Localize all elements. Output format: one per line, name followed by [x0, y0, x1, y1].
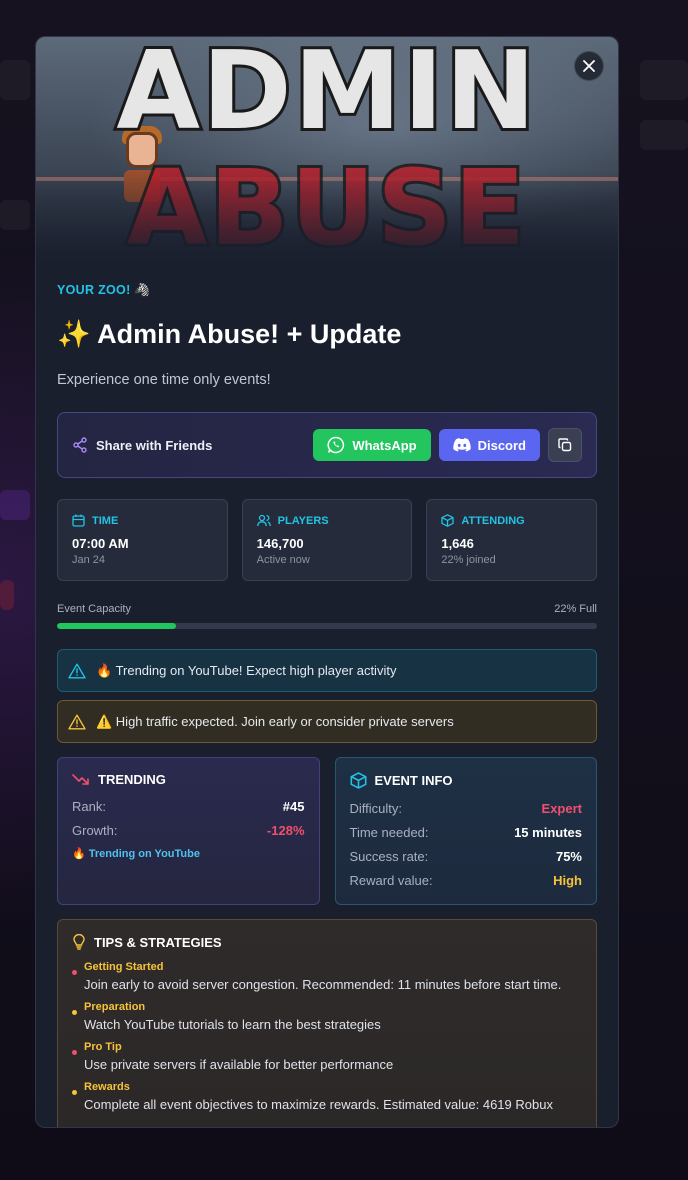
- tip-title: Pro Tip: [84, 1041, 122, 1053]
- stat-attending-label: ATTENDING: [461, 514, 525, 527]
- close-icon: [583, 60, 595, 72]
- calendar-icon: [72, 514, 85, 527]
- box-icon: [441, 514, 454, 527]
- capacity-value: 22% Full: [554, 603, 597, 615]
- event-description: Experience one time only events!: [57, 372, 271, 388]
- info-cards: TRENDING Rank: #45 Growth: -128% 🔥 Trend…: [57, 757, 597, 905]
- copy-icon: [558, 438, 572, 452]
- event-title: ✨ Admin Abuse! + Update: [57, 319, 402, 349]
- bullet-dot-icon: [72, 1050, 77, 1055]
- bullet-dot-icon: [72, 970, 77, 975]
- stats-row: TIME 07:00 AM Jan 24 PLAYERS 146,700 Act…: [57, 499, 598, 581]
- event-info-row-label: Reward value:: [349, 873, 433, 888]
- lightbulb-icon: [73, 934, 85, 950]
- trending-title: TRENDING: [98, 772, 166, 787]
- event-info-row-label: Difficulty:: [349, 801, 403, 816]
- discord-icon: [452, 438, 471, 452]
- tip-text: Watch YouTube tutorials to learn the bes…: [84, 1017, 381, 1032]
- stat-time-value: 07:00 AM: [72, 536, 129, 551]
- tip-text: Join early to avoid server congestion. R…: [84, 977, 562, 992]
- tips-list: Getting Started Join early to avoid serve…: [72, 961, 582, 1112]
- trending-note: 🔥 Trending on YouTube: [72, 848, 200, 860]
- stat-players: PLAYERS 146,700 Active now: [241, 499, 413, 581]
- trending-alert: 🔥 Trending on YouTube! Expect high playe…: [57, 649, 597, 692]
- close-button[interactable]: [574, 51, 604, 81]
- tip-text: Complete all event objectives to maximiz…: [84, 1097, 553, 1112]
- stat-players-label: PLAYERS: [277, 514, 329, 527]
- share-panel: Share with Friends WhatsApp Discord: [57, 412, 597, 478]
- event-info-row-label: Time needed:: [349, 825, 429, 840]
- tip-text: Use private servers if available for bet…: [84, 1057, 394, 1072]
- share-icon: [73, 437, 87, 453]
- banner-title-line1: ADMIN: [113, 37, 538, 157]
- event-info-row: Time needed: 15 minutes: [350, 825, 583, 840]
- box-icon: [350, 772, 366, 789]
- event-info-row-value: 15 minutes: [514, 825, 582, 840]
- whatsapp-icon: [327, 436, 345, 454]
- trending-down-icon: [72, 773, 89, 785]
- discord-button[interactable]: Discord: [438, 429, 540, 461]
- warning-icon: [68, 714, 86, 729]
- event-capacity: Event Capacity 22% Full: [57, 603, 597, 629]
- share-label: Share with Friends: [96, 437, 213, 453]
- stat-players-value: 146,700: [256, 536, 304, 551]
- whatsapp-label: WhatsApp: [352, 437, 417, 453]
- trending-card: TRENDING Rank: #45 Growth: -128% 🔥 Trend…: [57, 757, 320, 905]
- tip-title: Rewards: [84, 1081, 130, 1093]
- event-modal: ADMIN ABUSE YOUR ZOO! 🦓 ✨ Admin Abuse! +…: [35, 36, 619, 1128]
- growth-value: -128%: [266, 823, 305, 838]
- tip-title: Getting Started: [84, 961, 164, 973]
- event-info-row-value: High: [553, 873, 582, 888]
- event-info-row: Success rate: 75%: [350, 849, 583, 864]
- event-info-card: EVENT INFO Difficulty: Expert Time needed:…: [334, 757, 597, 905]
- capacity-bar: [57, 623, 597, 629]
- stat-time: TIME 07:00 AM Jan 24: [57, 499, 228, 581]
- discord-label: Discord: [477, 437, 526, 453]
- tip-item: Pro Tip Use private servers if available …: [72, 1041, 582, 1072]
- stat-attending-sub: 22% joined: [441, 554, 496, 566]
- event-info-row-value: 75%: [555, 849, 582, 864]
- event-banner: ADMIN ABUSE: [36, 37, 618, 261]
- copy-link-button[interactable]: [548, 428, 582, 462]
- event-info-row-value: Expert: [541, 801, 582, 816]
- tips-title: TIPS & STRATEGIES: [94, 934, 222, 950]
- event-info-rows: Difficulty: Expert Time needed: 15 minutes S…: [350, 801, 583, 888]
- rank-value: #45: [282, 799, 305, 814]
- capacity-bar-fill: [57, 623, 176, 629]
- tip-title: Preparation: [84, 1001, 146, 1013]
- bullet-dot-icon: [72, 1090, 77, 1095]
- event-info-title: EVENT INFO: [374, 773, 453, 788]
- tip-item: Preparation Watch YouTube tutorials to le…: [72, 1001, 582, 1032]
- users-icon: [256, 514, 271, 527]
- traffic-alert: ⚠️ High traffic expected. Join early or …: [57, 700, 597, 743]
- event-info-row: Reward value: High: [350, 873, 583, 888]
- stat-time-sub: Jan 24: [72, 554, 106, 566]
- stat-attending-value: 1,646: [441, 536, 474, 551]
- growth-label: Growth:: [72, 823, 118, 838]
- tip-item: Rewards Complete all event objectives to …: [72, 1081, 582, 1112]
- game-name: YOUR ZOO! 🦓: [57, 283, 151, 297]
- capacity-label: Event Capacity: [57, 603, 131, 615]
- event-info-row-label: Success rate:: [349, 849, 429, 864]
- tip-item: Getting Started Join early to avoid serve…: [72, 961, 582, 992]
- stat-time-label: TIME: [92, 514, 119, 527]
- whatsapp-button[interactable]: WhatsApp: [313, 429, 431, 461]
- warning-icon: [68, 663, 86, 678]
- stat-players-sub: Active now: [256, 554, 310, 566]
- rank-label: Rank:: [72, 799, 106, 814]
- tips-panel: TIPS & STRATEGIES Getting Started Join ea…: [57, 919, 597, 1127]
- stat-attending: ATTENDING 1,646 22% joined: [426, 499, 598, 581]
- traffic-alert-text: ⚠️ High traffic expected. Join early or …: [96, 713, 454, 729]
- event-info-row: Difficulty: Expert: [350, 801, 583, 816]
- bullet-dot-icon: [72, 1010, 77, 1015]
- trending-alert-text: 🔥 Trending on YouTube! Expect high playe…: [96, 662, 397, 678]
